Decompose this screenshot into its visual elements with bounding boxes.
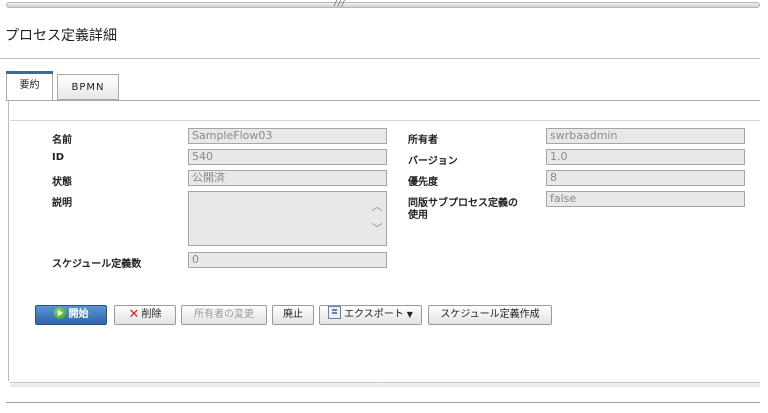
name-field[interactable]: SampleFlow03	[188, 128, 387, 144]
change-owner-button[interactable]: 所有者の変更	[181, 305, 267, 325]
splitter-bar[interactable]	[6, 2, 760, 8]
export-button[interactable]: エクスポート ▼	[319, 305, 422, 325]
export-button-label: エクスポート	[344, 309, 404, 320]
panel-top-divider	[10, 120, 760, 121]
owner-label: 所有者	[408, 135, 438, 146]
create-schedule-button[interactable]: スケジュール定義作成	[428, 305, 552, 325]
export-icon	[328, 306, 342, 319]
play-icon	[53, 307, 66, 319]
same-version-subprocess-label-line2: 使用	[408, 210, 428, 221]
chevron-up-icon[interactable]: ︿	[371, 201, 383, 213]
page-title: プロセス定義詳細	[5, 28, 117, 44]
version-field[interactable]: 1.0	[546, 149, 745, 165]
outer-bottom-border	[6, 402, 760, 403]
title-divider	[0, 58, 760, 59]
name-label: 名前	[52, 135, 72, 146]
tab-summary[interactable]: 要約	[6, 71, 53, 101]
priority-label: 優先度	[408, 177, 438, 188]
status-label: 状態	[52, 177, 72, 188]
version-label: バージョン	[408, 156, 458, 167]
start-button[interactable]: 開始	[35, 305, 107, 325]
owner-field[interactable]: swrbaadmin	[546, 128, 745, 144]
id-label: ID	[52, 152, 65, 163]
description-label: 説明	[52, 198, 72, 209]
splitter-grip-icon[interactable]: ///	[333, 0, 345, 8]
schedule-count-field[interactable]: 0	[188, 252, 387, 268]
schedule-count-label: スケジュール定義数	[52, 259, 142, 270]
tab-bpmn[interactable]: BPMN	[57, 74, 119, 100]
start-button-label: 開始	[68, 309, 89, 320]
panel-bottom-bar	[10, 382, 760, 387]
delete-button-label: 削除	[141, 309, 162, 320]
abolish-button[interactable]: 廃止	[272, 305, 314, 325]
splitter[interactable]: ///	[0, 0, 768, 9]
close-icon: ✕	[128, 307, 140, 322]
delete-button[interactable]: ✕ 削除	[114, 305, 176, 325]
description-textarea[interactable]: ︿ ﹀	[188, 191, 387, 246]
priority-field[interactable]: 8	[546, 170, 745, 186]
status-field[interactable]: 公開済	[188, 170, 387, 186]
same-version-subprocess-field[interactable]: false	[546, 191, 745, 207]
caret-down-icon: ▼	[406, 310, 413, 319]
description-scrollbar[interactable]: ︿ ﹀	[370, 195, 384, 243]
chevron-down-icon[interactable]: ﹀	[371, 223, 383, 235]
id-field[interactable]: 540	[188, 149, 387, 165]
